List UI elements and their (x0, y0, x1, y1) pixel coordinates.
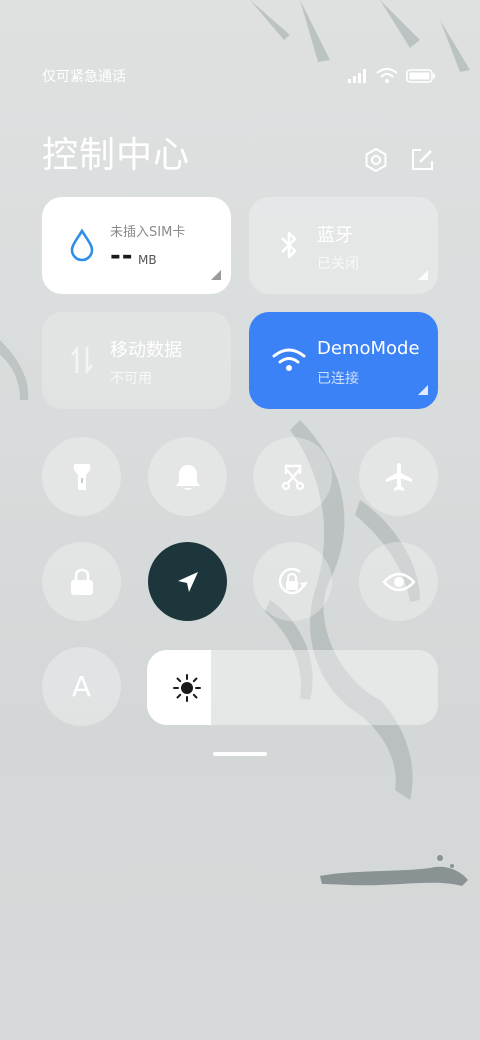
edit-icon (412, 149, 433, 170)
data-usage-label: 未插入SIM卡 (110, 225, 186, 240)
sun-icon (173, 674, 201, 702)
bluetooth-status: 已关闭 (317, 256, 359, 272)
screenshot-toggle[interactable] (253, 437, 332, 516)
reading-mode-toggle[interactable] (359, 542, 438, 621)
location-toggle[interactable] (148, 542, 227, 621)
expand-corner-icon (211, 270, 221, 280)
page-title: 控制中心 (42, 135, 191, 176)
signal-icon (348, 69, 366, 83)
location-arrow-icon (177, 571, 198, 592)
airplane-icon (385, 462, 412, 491)
ringer-toggle[interactable] (148, 437, 227, 516)
wifi-network-name: DemoMode (317, 338, 420, 359)
settings-button[interactable] (362, 146, 390, 174)
flashlight-icon (73, 463, 90, 490)
status-bar: 仅可紧急通话 (0, 60, 480, 92)
data-usage-value: -- (110, 241, 134, 271)
lock-screen-toggle[interactable] (42, 542, 121, 621)
eye-icon (381, 572, 416, 591)
data-usage-unit: MB (138, 253, 157, 267)
expand-corner-icon (418, 385, 428, 395)
expand-corner-icon (418, 270, 428, 280)
lock-icon (70, 568, 93, 595)
water-drop-icon (64, 227, 100, 263)
wifi-status-icon (376, 68, 398, 83)
rotate-icon (278, 567, 308, 594)
bluetooth-tile[interactable]: 蓝牙 已关闭 (249, 197, 438, 294)
flashlight-toggle[interactable] (42, 437, 121, 516)
brightness-slider[interactable] (147, 650, 438, 725)
wifi-tile[interactable]: DemoMode 已连接 (249, 312, 438, 409)
wifi-status: 已连接 (317, 371, 359, 387)
mobile-data-status: 不可用 (110, 371, 152, 387)
battery-icon (406, 69, 435, 83)
mobile-data-icon (64, 342, 100, 378)
auto-rotate-toggle[interactable] (253, 542, 332, 621)
mobile-data-label: 移动数据 (110, 340, 182, 361)
bluetooth-label: 蓝牙 (317, 225, 353, 246)
font-size-toggle[interactable]: A (42, 647, 121, 726)
status-icons (348, 66, 436, 86)
gear-icon (365, 147, 387, 173)
font-glyph: A (71, 670, 92, 703)
airplane-toggle[interactable] (359, 437, 438, 516)
home-indicator-handle[interactable] (213, 752, 267, 756)
bluetooth-icon (271, 227, 307, 263)
edit-button[interactable] (408, 146, 436, 174)
wifi-icon (271, 342, 307, 378)
mobile-data-tile[interactable]: 移动数据 不可用 (42, 312, 231, 409)
scissors-icon (281, 464, 304, 490)
data-usage-tile[interactable]: 未插入SIM卡 -- MB (42, 197, 231, 294)
carrier-status-text: 仅可紧急通话 (42, 69, 126, 85)
bell-icon (175, 464, 200, 490)
